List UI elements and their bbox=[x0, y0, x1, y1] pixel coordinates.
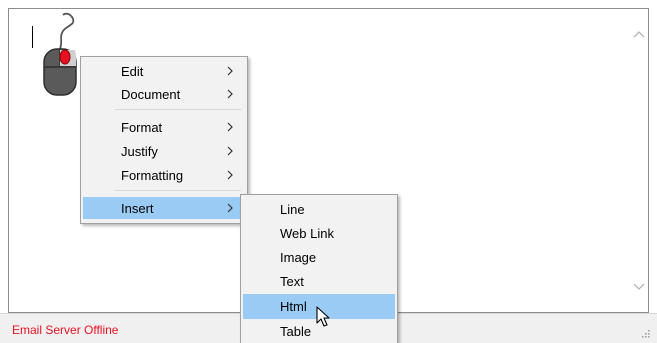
menu-item-label: Insert bbox=[121, 200, 154, 216]
resize-grip-icon[interactable] bbox=[641, 329, 651, 339]
menu-separator bbox=[115, 190, 241, 191]
menu-item-format[interactable]: Format bbox=[83, 116, 245, 138]
menu-item-label: Edit bbox=[121, 63, 144, 79]
chevron-right-icon bbox=[227, 146, 233, 156]
menu-item-label: Html bbox=[280, 299, 307, 314]
menu-item-edit[interactable]: Edit bbox=[83, 60, 245, 82]
menu-item-label: Image bbox=[280, 249, 317, 265]
menu-item-label: Line bbox=[280, 201, 305, 217]
chevron-down-icon bbox=[633, 283, 645, 290]
scroll-up-button[interactable] bbox=[630, 23, 648, 45]
menu-item-label: Table bbox=[280, 323, 312, 339]
menu-item-justify[interactable]: Justify bbox=[83, 140, 245, 162]
mouse-pointer-icon bbox=[316, 306, 330, 327]
chevron-right-icon bbox=[227, 170, 233, 180]
chevron-right-icon bbox=[227, 203, 233, 213]
submenu-item-line[interactable]: Line bbox=[243, 198, 395, 220]
menu-item-label: Web Link bbox=[280, 225, 334, 241]
text-caret bbox=[32, 26, 33, 48]
menu-item-label: Formatting bbox=[121, 167, 184, 183]
menu-item-insert[interactable]: Insert bbox=[83, 197, 245, 219]
submenu-item-web-link[interactable]: Web Link bbox=[243, 222, 395, 244]
chevron-right-icon bbox=[227, 66, 233, 76]
menu-item-label: Format bbox=[121, 119, 163, 135]
scroll-down-button[interactable] bbox=[630, 276, 648, 298]
submenu-item-image[interactable]: Image bbox=[243, 246, 395, 268]
menu-separator bbox=[115, 109, 241, 110]
menu-item-label: Text bbox=[280, 273, 304, 289]
menu-item-label: Document bbox=[121, 86, 181, 102]
menu-item-formatting[interactable]: Formatting bbox=[83, 164, 245, 186]
menu-item-label: Justify bbox=[121, 143, 158, 159]
status-text: Email Server Offline bbox=[12, 323, 119, 337]
chevron-up-icon bbox=[633, 31, 645, 38]
chevron-right-icon bbox=[227, 89, 233, 99]
submenu-item-text[interactable]: Text bbox=[243, 270, 395, 292]
menu-item-document[interactable]: Document bbox=[83, 83, 245, 105]
vertical-scrollbar[interactable] bbox=[630, 9, 648, 312]
context-menu: Edit Document Format Justify Formatting … bbox=[80, 56, 248, 224]
mouse-icon bbox=[43, 12, 77, 96]
chevron-right-icon bbox=[227, 122, 233, 132]
